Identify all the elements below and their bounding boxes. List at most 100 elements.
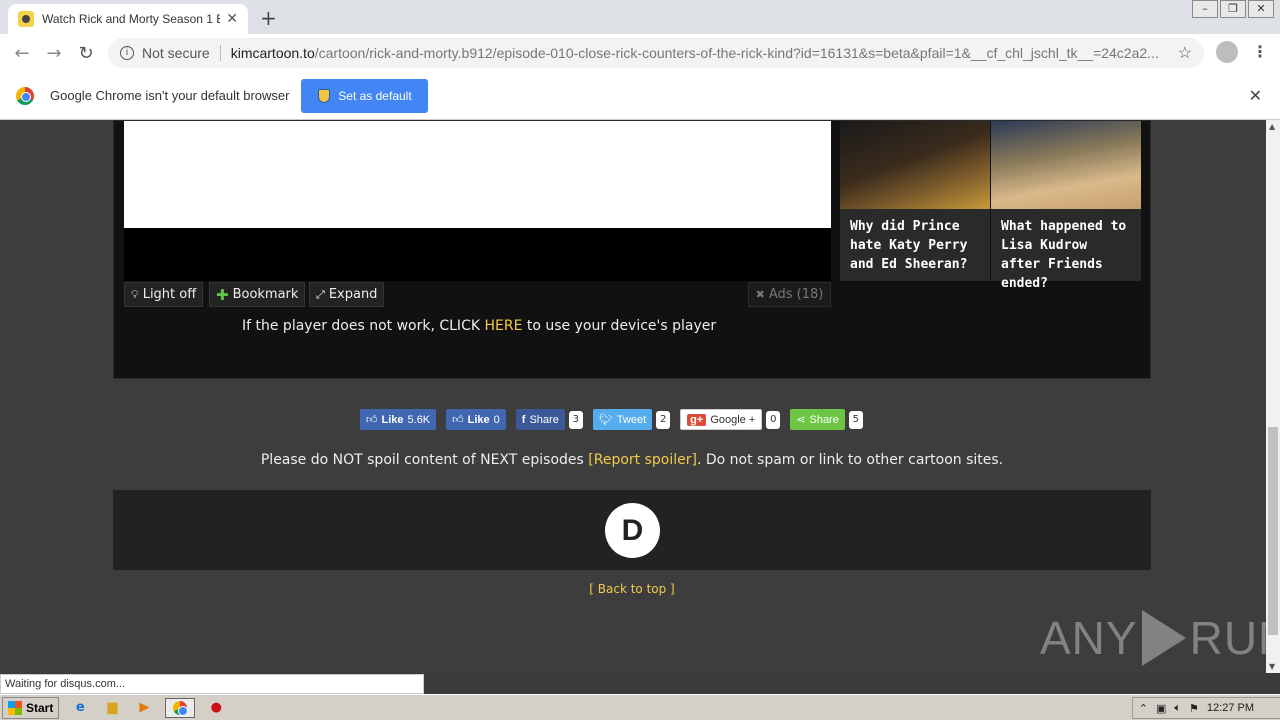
minimize-button[interactable]: – xyxy=(1192,0,1218,18)
google-label: Google + xyxy=(710,413,756,426)
like-label: Like xyxy=(467,413,490,426)
forward-icon[interactable]: → xyxy=(38,43,70,64)
tab-strip: Watch Rick and Morty Season 1 Epis ✕ + –… xyxy=(0,0,1280,34)
tweet-button[interactable]: 🐦︎ Tweet xyxy=(592,409,653,430)
expand-icon: ⤢ xyxy=(316,287,325,301)
ad-card[interactable]: Why did Prince hate Katy Perry and Ed Sh… xyxy=(840,121,990,281)
google-plus-button[interactable]: g+ Google + xyxy=(680,409,763,430)
tab-title: Watch Rick and Morty Season 1 Epis xyxy=(42,12,221,26)
profile-avatar[interactable] xyxy=(1216,41,1238,63)
browser-tab[interactable]: Watch Rick and Morty Season 1 Epis ✕ xyxy=(8,4,248,34)
close-x-icon: ✖ xyxy=(755,288,765,301)
ad-image xyxy=(991,121,1141,209)
clock[interactable]: 12:27 PM xyxy=(1207,702,1254,714)
expand-button[interactable]: ⤢ Expand xyxy=(309,282,385,307)
infobar-close-icon[interactable]: ✕ xyxy=(1249,86,1262,105)
bookmark-star-icon[interactable]: ☆ xyxy=(1178,43,1192,63)
facebook-like-button[interactable]: 👍︎ Like 5.6K xyxy=(360,409,437,430)
here-link[interactable]: HERE xyxy=(484,318,522,334)
scroll-thumb[interactable] xyxy=(1268,427,1278,635)
shield-icon xyxy=(318,88,331,103)
video-player[interactable] xyxy=(124,121,831,228)
thumbs-up-icon: 👍︎ xyxy=(366,414,378,426)
back-to-top-link[interactable]: [ Back to top ] xyxy=(0,582,1264,596)
share-button[interactable]: ⋖ Share xyxy=(790,409,845,430)
start-label: Start xyxy=(26,700,54,715)
google-count: 0 xyxy=(766,410,781,429)
reload-icon[interactable]: ↻ xyxy=(70,43,102,64)
bookmark-label: Bookmark xyxy=(232,287,299,302)
thumbs-up-icon: 👍︎ xyxy=(452,414,464,426)
internet-explorer-icon[interactable]: e xyxy=(69,698,91,718)
set-as-default-label: Set as default xyxy=(338,88,412,103)
new-tab-button[interactable]: + xyxy=(260,6,277,30)
disqus-logo-icon: D xyxy=(605,503,660,558)
tray-expand-icon[interactable]: ⌃ xyxy=(1139,702,1148,715)
infobar-message: Google Chrome isn't your default browser xyxy=(50,88,290,103)
folder-icon[interactable]: ▆ xyxy=(101,698,123,718)
twitter-bird-icon: 🐦︎ xyxy=(598,414,613,426)
disqus-section: D xyxy=(113,490,1151,570)
media-player-icon[interactable]: ▶ xyxy=(133,698,155,718)
back-icon[interactable]: ← xyxy=(6,43,38,64)
ad-card[interactable]: What happened to Lisa Kudrow after Frien… xyxy=(991,121,1141,291)
tweet-count: 2 xyxy=(656,410,671,429)
player-note-text-end: to use your device's player xyxy=(522,318,717,334)
video-container: 💡︎ Light off ✚ Bookmark ⤢ Expand ✖ Ads (… xyxy=(113,120,1151,379)
windows-taskbar: Start e ▆ ▶ ● ⌃ ▣ 🔈︎ ⚑ 12:27 PM xyxy=(0,694,1280,720)
window-controls: – ❐ ✕ xyxy=(1192,0,1274,18)
chrome-taskbar-icon[interactable] xyxy=(165,697,196,718)
share-count: 5 xyxy=(848,410,863,429)
spoiler-text: Please do NOT spoil content of NEXT epis… xyxy=(260,452,589,468)
like-count: 0 xyxy=(493,413,500,426)
like-label: Like xyxy=(381,413,404,426)
plus-icon: ✚ xyxy=(216,285,229,304)
page-viewport: 💡︎ Light off ✚ Bookmark ⤢ Expand ✖ Ads (… xyxy=(0,120,1266,673)
bulb-icon: 💡︎ xyxy=(131,287,139,301)
scroll-down-icon[interactable]: ▼ xyxy=(1269,662,1275,671)
network-icon[interactable]: ▣ xyxy=(1156,702,1166,715)
light-off-label: Light off xyxy=(142,287,197,302)
watermark-left: ANY xyxy=(1040,612,1138,664)
tab-close-icon[interactable]: ✕ xyxy=(226,11,238,27)
set-as-default-button[interactable]: Set as default xyxy=(301,78,429,113)
address-bar[interactable]: i Not secure kimcartoon.to /cartoon/rick… xyxy=(108,38,1204,68)
scroll-up-icon[interactable]: ▲ xyxy=(1269,122,1275,131)
start-button[interactable]: Start xyxy=(2,696,60,719)
opera-icon[interactable]: ● xyxy=(205,698,227,718)
browser-toolbar: ← → ↻ i Not secure kimcartoon.to /cartoo… xyxy=(0,34,1280,72)
not-secure-label: Not secure xyxy=(142,45,210,61)
share-icon: ⋖ xyxy=(796,414,806,426)
divider xyxy=(219,45,221,61)
site-favicon-icon xyxy=(18,11,34,27)
facebook-share-button[interactable]: f Share xyxy=(515,409,565,430)
share-buttons: 👍︎ Like 5.6K 👍︎ Like 0 f Share 3 🐦︎ Twee… xyxy=(360,409,863,430)
url-host: kimcartoon.to xyxy=(230,45,315,61)
window-close-button[interactable]: ✕ xyxy=(1248,0,1274,18)
watermark-right: RUN xyxy=(1189,612,1266,664)
restore-button[interactable]: ❐ xyxy=(1220,0,1246,18)
video-player-bottom xyxy=(124,228,831,281)
light-off-button[interactable]: 💡︎ Light off xyxy=(124,282,204,307)
bookmark-button[interactable]: ✚ Bookmark xyxy=(209,282,306,307)
ads-button[interactable]: ✖ Ads (18) xyxy=(748,282,831,307)
player-note-text: If the player does not work, CLICK xyxy=(242,318,485,334)
player-note: If the player does not work, CLICK HERE … xyxy=(242,318,716,334)
volume-icon[interactable]: 🔈︎ xyxy=(1174,702,1181,715)
anyrun-watermark: ANY RUN xyxy=(1040,610,1266,666)
page-scrollbar[interactable]: ▲ ▼ xyxy=(1266,120,1280,673)
windows-logo-icon xyxy=(8,700,22,715)
system-tray: ⌃ ▣ 🔈︎ ⚑ 12:27 PM xyxy=(1131,697,1280,719)
flag-icon[interactable]: ⚑ xyxy=(1189,702,1199,715)
status-bubble: Waiting for disqus.com... xyxy=(0,674,424,694)
menu-icon[interactable]: ⋮ xyxy=(1252,42,1268,61)
default-browser-infobar: Google Chrome isn't your default browser… xyxy=(0,72,1280,120)
spoiler-notice: Please do NOT spoil content of NEXT epis… xyxy=(0,452,1264,468)
info-icon[interactable]: i xyxy=(120,46,134,60)
facebook-like-button-2[interactable]: 👍︎ Like 0 xyxy=(446,409,506,430)
ad-image xyxy=(840,121,990,209)
url-path: /cartoon/rick-and-morty.b912/episode-010… xyxy=(314,45,1159,61)
facebook-icon: f xyxy=(521,413,526,426)
ad-caption: What happened to Lisa Kudrow after Frien… xyxy=(1001,219,1127,291)
report-spoiler-link[interactable]: [Report spoiler] xyxy=(588,452,697,468)
